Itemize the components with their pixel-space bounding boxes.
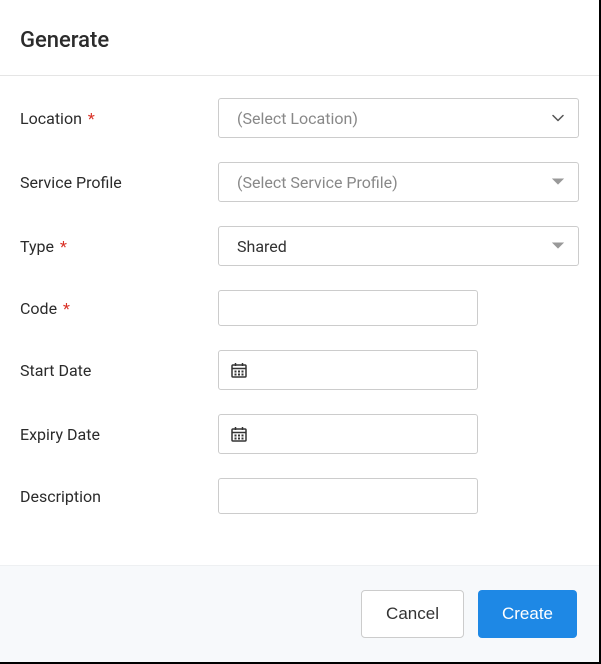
expiry-date-input[interactable] — [218, 414, 478, 454]
label-start-date: Start Date — [20, 361, 218, 380]
start-date-wrapper — [218, 350, 478, 390]
form-body: Location * (Select Location) Service Pro… — [0, 76, 599, 568]
label-code: Code * — [20, 299, 218, 318]
row-type: Type * Shared — [20, 226, 579, 266]
label-description: Description — [20, 487, 218, 506]
type-selected-text: Shared — [237, 237, 287, 256]
location-selected-text: (Select Location) — [237, 109, 358, 128]
label-start-date-text: Start Date — [20, 361, 91, 380]
row-description: Description — [20, 478, 579, 514]
label-service-profile: Service Profile — [20, 173, 218, 192]
label-expiry-date: Expiry Date — [20, 425, 218, 444]
create-button[interactable]: Create — [478, 590, 577, 638]
type-select-wrapper: Shared — [218, 226, 579, 266]
service-profile-selected-text: (Select Service Profile) — [237, 173, 398, 192]
start-date-input[interactable] — [218, 350, 478, 390]
required-mark: * — [60, 237, 67, 256]
location-select-wrapper: (Select Location) — [218, 98, 579, 138]
label-location-text: Location — [20, 109, 82, 128]
label-type-text: Type — [20, 237, 54, 256]
dialog-footer: Cancel Create — [0, 565, 599, 662]
description-input[interactable] — [218, 478, 478, 514]
row-service-profile: Service Profile (Select Service Profile) — [20, 162, 579, 202]
service-profile-select-wrapper: (Select Service Profile) — [218, 162, 579, 202]
required-mark: * — [88, 109, 95, 128]
required-mark: * — [63, 299, 70, 318]
type-select[interactable]: Shared — [218, 226, 579, 266]
label-type: Type * — [20, 237, 218, 256]
row-start-date: Start Date — [20, 350, 579, 390]
label-description-text: Description — [20, 487, 101, 506]
location-select[interactable]: (Select Location) — [218, 98, 579, 138]
row-code: Code * — [20, 290, 579, 326]
label-location: Location * — [20, 109, 218, 128]
dialog-title: Generate — [20, 28, 579, 53]
expiry-date-wrapper — [218, 414, 478, 454]
dialog-header: Generate — [0, 0, 599, 76]
row-expiry-date: Expiry Date — [20, 414, 579, 454]
label-code-text: Code — [20, 299, 57, 318]
service-profile-select[interactable]: (Select Service Profile) — [218, 162, 579, 202]
cancel-button[interactable]: Cancel — [361, 590, 464, 638]
label-service-profile-text: Service Profile — [20, 173, 122, 192]
label-expiry-date-text: Expiry Date — [20, 425, 100, 444]
row-location: Location * (Select Location) — [20, 98, 579, 138]
code-input[interactable] — [218, 290, 478, 326]
